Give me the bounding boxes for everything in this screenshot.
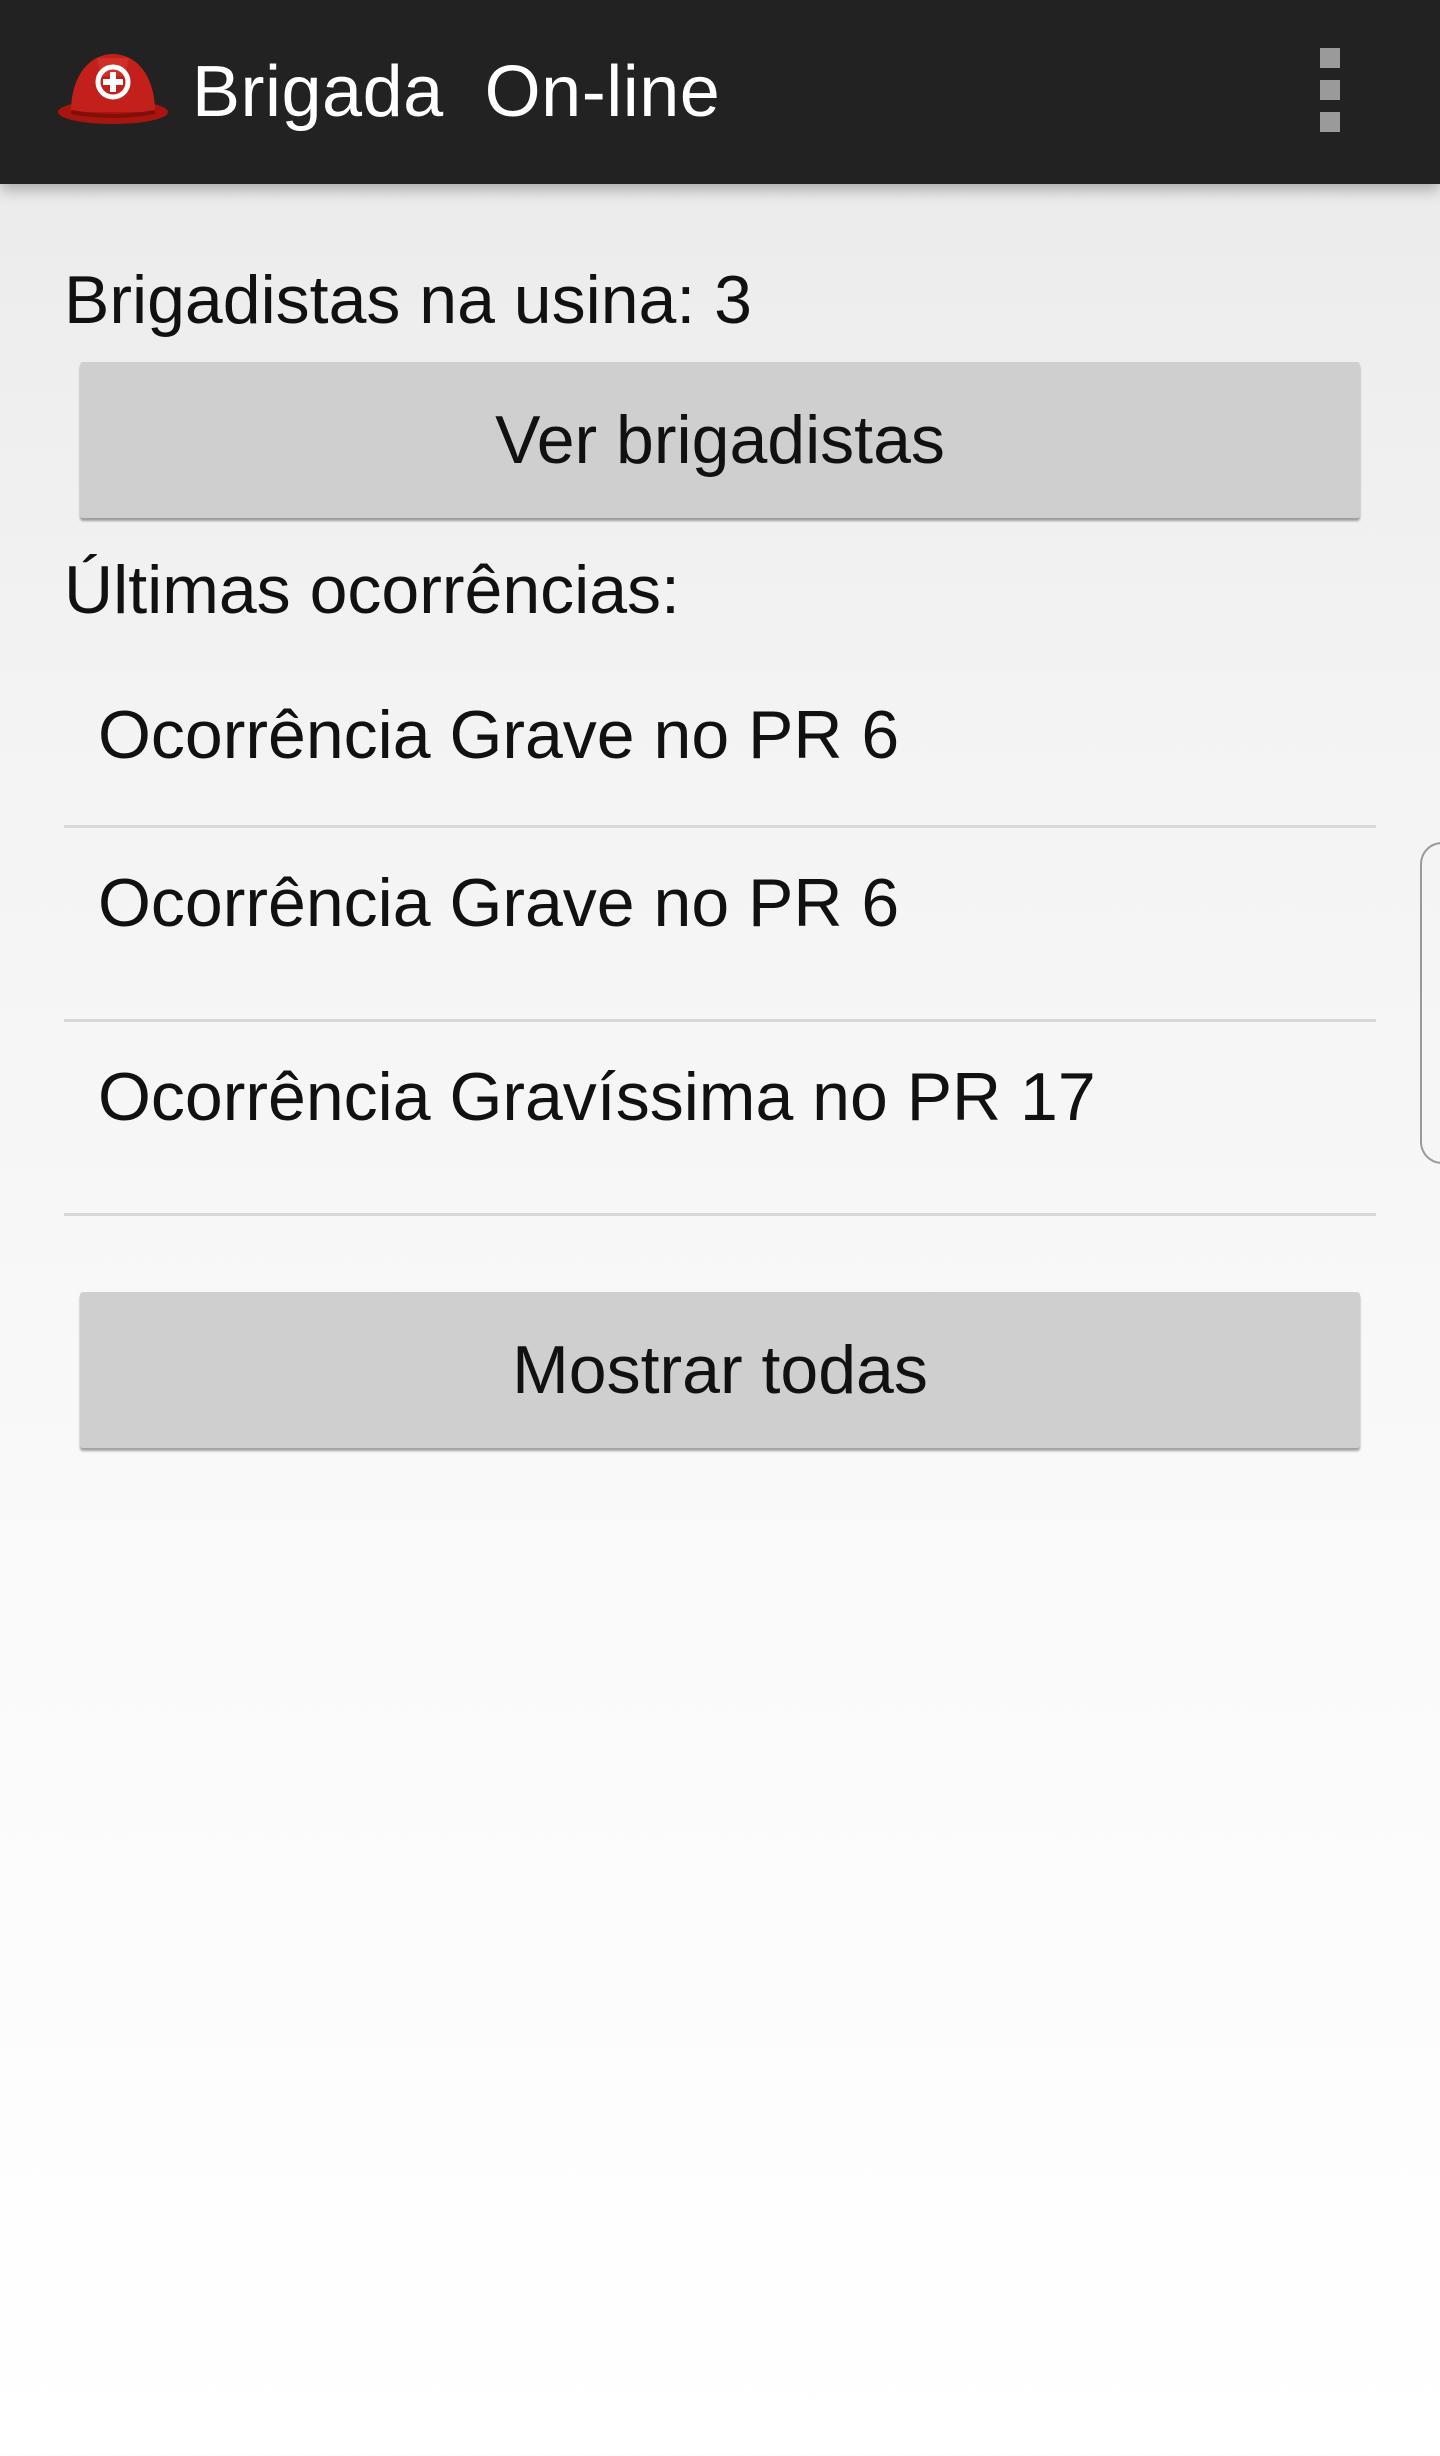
overflow-menu-icon[interactable]	[1312, 44, 1348, 136]
edge-panel-handle[interactable]	[1420, 842, 1440, 1164]
ver-brigadistas-button[interactable]: Ver brigadistas	[80, 362, 1360, 518]
menu-dot	[1320, 112, 1340, 132]
menu-dot	[1320, 80, 1340, 100]
occurrence-list-item[interactable]: Ocorrência Grave no PR 6	[64, 660, 1376, 828]
occurrence-list: Ocorrência Grave no PR 6 Ocorrência Grav…	[64, 660, 1376, 1216]
brigadistas-count-text: Brigadistas na usina: 3	[64, 260, 752, 340]
brigadistas-count-label: Brigadistas na usina:	[64, 262, 715, 338]
brigadistas-count-value: 3	[714, 262, 752, 338]
app-title: Brigada On-line	[192, 52, 721, 132]
ultimas-ocorrencias-label: Últimas ocorrências:	[64, 552, 680, 628]
red-helmet-icon	[55, 46, 171, 128]
occurrence-list-item[interactable]: Ocorrência Grave no PR 6	[64, 828, 1376, 1022]
mostrar-todas-button[interactable]: Mostrar todas	[80, 1292, 1360, 1448]
action-bar: Brigada On-line	[0, 0, 1440, 184]
menu-dot	[1320, 48, 1340, 68]
occurrence-list-item[interactable]: Ocorrência Gravíssima no PR 17	[64, 1022, 1376, 1216]
